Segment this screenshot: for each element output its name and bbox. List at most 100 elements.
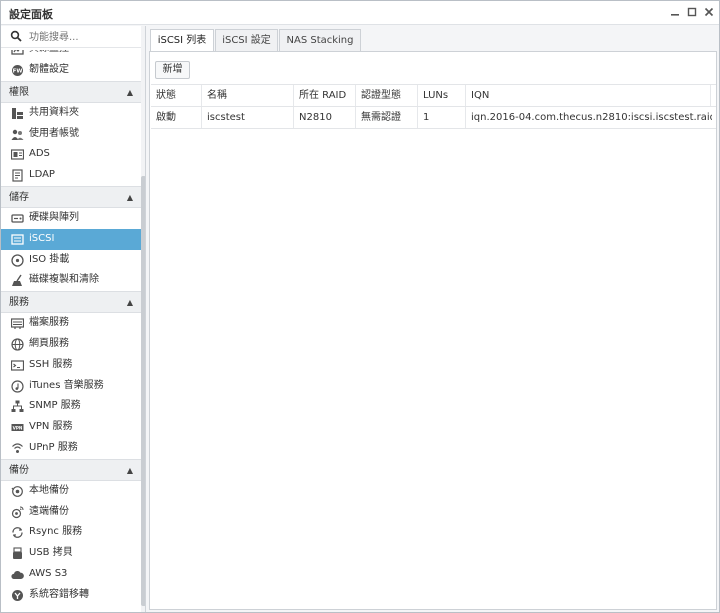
sidebar-item-ads[interactable]: ADS [1,144,141,165]
search-input[interactable] [29,29,137,45]
sync-icon [12,527,23,539]
sidebar-group-title: 服務 [9,297,29,309]
sidebar-item-firmware[interactable]: FW 韌體設定 [1,60,141,81]
sidebar-item-iscsi[interactable]: iSCSI [1,228,141,250]
firmware-icon: FW [12,65,23,76]
collapse-caret-icon[interactable]: ▲ [127,82,133,104]
sidebar-group-title: 備份 [9,464,29,476]
column-header-name[interactable]: 名稱 [202,85,294,106]
sidebar-item-resource-monitor[interactable]: 資源監控 [1,50,141,60]
sidebar-group-title: 儲存 [9,191,29,203]
sidebar-item-label: SSH 服務 [29,358,73,370]
sidebar-item-label: ISO 掛載 [29,253,70,265]
sidebar-item-label: LDAP [29,169,55,181]
sidebar-nav: 資源監控 FW 韌體設定權限 ▲ 共用資料夾使用者帳號 ADS LDAP儲存 ▲ 硬碟與陣列 iS… [1,50,141,606]
cell-name: iscstest [202,107,294,128]
iscsi-icon [11,234,24,245]
add-button[interactable]: 新增 [155,61,190,79]
sidebar-item-terminal[interactable]: SSH 服務 [1,355,141,376]
tab-iscsi-list[interactable]: iSCSI 列表 [150,29,214,52]
sidebar-item-failover[interactable]: 系統容錯移轉 [1,585,141,606]
sidebar-group-header[interactable]: 儲存 ▲ [1,185,141,209]
remote-backup-icon [11,506,24,518]
sidebar-item-usb[interactable]: USB 拷貝 [1,543,141,564]
sidebar-scroll-thumb[interactable] [141,176,145,606]
cell-luns: 1 [418,107,466,128]
sidebar-item-label: 檔案服務 [29,317,69,329]
cell-iqn: iqn.2016-04.com.thecus.n2810:iscsi.iscst… [471,112,712,123]
sidebar-item-label: Rsync 服務 [29,526,83,538]
sidebar-item-disc[interactable]: ISO 掛載 [1,250,141,271]
maximize-button[interactable] [686,6,698,18]
sidebar-item-vpn[interactable]: VPN VPN 服務 [1,417,141,438]
broom-icon [12,274,22,287]
tab-nas-stacking[interactable]: NAS Stacking [279,29,361,52]
sidebar-item-label: 韌體設定 [29,64,69,75]
title-bar: 設定面板 [1,1,719,25]
ldap-icon [12,169,23,182]
svg-text:FW: FW [13,69,23,75]
table-row[interactable]: 啟動 iscstest N2810 無需認證 1 iqn.2016-04.com… [151,107,716,129]
sidebar-item-music[interactable]: iTunes 音樂服務 [1,376,141,397]
column-header-status[interactable]: 狀態 [151,85,202,106]
search-icon [10,30,22,42]
sidebar-item-label: iSCSI [29,232,55,244]
sidebar-item-users[interactable]: 使用者帳號 [1,124,141,145]
table-header-row: 狀態 名稱 所在 RAID 認證型態 LUNs IQN [151,84,716,107]
sidebar-item-local-backup[interactable]: 本地備份 [1,481,141,502]
sidebar-item-label: 網頁服務 [29,337,69,349]
minimize-icon [671,14,679,16]
vpn-icon: VPN [11,424,24,432]
sidebar-item-shared-folder[interactable]: 共用資料夾 [1,103,141,124]
music-icon [11,379,24,393]
sidebar-item-ldap[interactable]: LDAP [1,165,141,186]
usb-icon [13,547,22,560]
sidebar-item-label: 系統容錯移轉 [29,588,89,600]
sidebar-item-file-service[interactable]: 檔案服務 [1,313,141,334]
sidebar-item-remote-backup[interactable]: 遠端備份 [1,502,141,523]
sidebar-item-disk[interactable]: 硬碟與陣列 [1,208,141,229]
sidebar-group-header[interactable]: 服務 ▲ [1,291,141,314]
tab-iscsi-settings[interactable]: iSCSI 設定 [215,29,278,52]
sidebar-item-globe[interactable]: 網頁服務 [1,334,141,355]
column-header-raid[interactable]: 所在 RAID [294,85,356,106]
disk-icon [11,214,24,223]
network-tree-icon [11,400,24,413]
sidebar-search [1,26,141,48]
sidebar-item-label: VPN 服務 [29,421,73,433]
failover-icon [12,589,23,601]
sidebar-item-label: AWS S3 [29,567,68,579]
sidebar-group-header[interactable]: 備份 ▲ [1,458,141,482]
upnp-icon [12,443,23,453]
sidebar-item-label: UPnP 服務 [29,441,78,453]
sidebar-item-label: 本地備份 [29,484,69,496]
sidebar: 資源監控 FW 韌體設定權限 ▲ 共用資料夾使用者帳號 ADS LDAP儲存 ▲ 硬碟與陣列 iS… [1,26,146,612]
main-panel: iSCSI 列表 iSCSI 設定 NAS Stacking 新增 狀態 名稱 … [147,26,719,612]
sidebar-group-header[interactable]: 權限 ▲ [1,80,141,104]
file-service-icon [11,318,24,330]
sidebar-item-label: 共用資料夾 [29,106,79,118]
column-header-iqn[interactable]: IQN [466,85,711,106]
sidebar-item-broom[interactable]: 磁碟複製和清除 [1,270,141,291]
users-icon [11,129,24,140]
sidebar-item-upnp[interactable]: UPnP 服務 [1,438,141,459]
sidebar-item-cloud[interactable]: AWS S3 [1,564,141,585]
ads-icon [11,149,24,160]
collapse-caret-icon[interactable]: ▲ [127,460,133,482]
close-button[interactable] [703,6,715,18]
sidebar-item-network-tree[interactable]: SNMP 服務 [1,396,141,417]
close-icon [704,7,714,17]
iscsi-table: 狀態 名稱 所在 RAID 認證型態 LUNs IQN 啟動 iscstest … [151,84,716,129]
sidebar-scrollbar[interactable] [141,26,145,612]
column-header-auth[interactable]: 認證型態 [356,85,418,106]
tab-content: 新增 狀態 名稱 所在 RAID 認證型態 LUNs IQN 啟動 iscste… [149,51,717,610]
local-backup-icon [11,485,23,497]
minimize-button[interactable] [669,6,681,18]
cell-auth: 無需認證 [356,107,418,128]
column-header-luns[interactable]: LUNs [418,85,466,106]
collapse-caret-icon[interactable]: ▲ [127,187,133,209]
terminal-icon [11,360,24,371]
sidebar-item-label: ADS [29,148,50,160]
collapse-caret-icon[interactable]: ▲ [127,292,133,314]
sidebar-item-sync[interactable]: Rsync 服務 [1,522,141,543]
